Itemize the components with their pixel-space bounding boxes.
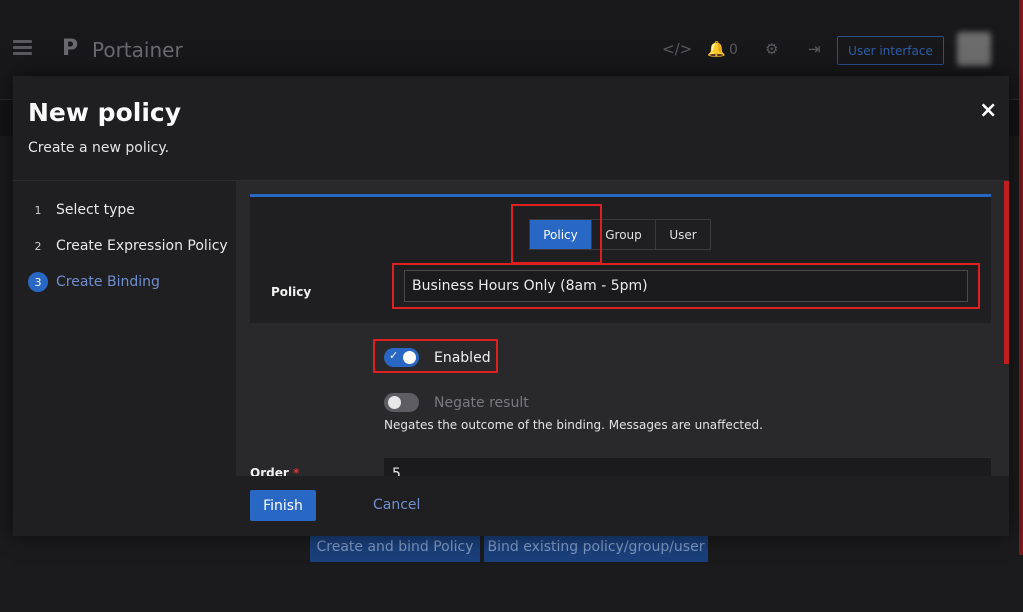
step-select-type[interactable]: 1 Select type <box>28 199 135 221</box>
negate-label: Negate result <box>434 395 529 411</box>
new-policy-modal: New policy Create a new policy. × 1 Sele… <box>13 76 1009 536</box>
step-create-binding[interactable]: 3 Create Binding <box>28 271 160 293</box>
content-scrollbar[interactable] <box>1004 181 1009 364</box>
brand-name: Portainer <box>92 38 183 62</box>
policy-select[interactable]: Business Hours Only (8am - 5pm) <box>404 270 968 302</box>
brand-logo: P <box>62 36 79 61</box>
tab-policy[interactable]: Policy <box>530 220 592 249</box>
code-icon[interactable]: </> <box>662 40 692 58</box>
binding-type-selector: Policy Group User <box>529 219 711 250</box>
step-number: 1 <box>34 203 42 217</box>
enabled-label: Enabled <box>434 350 491 366</box>
modal-subtitle: Create a new policy. <box>28 140 170 156</box>
logout-icon[interactable]: ⇥ <box>808 40 821 58</box>
gear-icon[interactable]: ⚙ <box>765 40 778 58</box>
step-number: 3 <box>28 272 48 292</box>
tab-group[interactable]: Group <box>592 220 656 249</box>
close-icon[interactable]: × <box>979 98 997 123</box>
modal-footer: Finish Cancel <box>236 476 1009 536</box>
step-label: Select type <box>56 202 135 218</box>
step-label: Create Binding <box>56 274 160 290</box>
negate-toggle[interactable] <box>384 393 419 412</box>
enabled-toggle[interactable]: ✓ <box>384 348 419 367</box>
page-scrollbar[interactable] <box>1019 0 1023 555</box>
step-content: Policy Group User Policy Business Hours … <box>236 181 1009 536</box>
hamburger-icon[interactable] <box>13 40 32 56</box>
negate-help-text: Negates the outcome of the binding. Mess… <box>384 418 763 432</box>
step-label: Create Expression Policy <box>56 238 228 254</box>
tab-user[interactable]: User <box>656 220 710 249</box>
wizard-steps: 1 Select type 2 Create Expression Policy… <box>13 181 236 536</box>
modal-title: New policy <box>28 98 182 127</box>
finish-button[interactable]: Finish <box>250 490 316 521</box>
bell-icon[interactable]: 🔔 <box>707 40 726 58</box>
policy-label: Policy <box>271 285 312 299</box>
check-icon: ✓ <box>389 349 399 362</box>
step-number: 2 <box>34 239 42 253</box>
step-create-expression-policy[interactable]: 2 Create Expression Policy <box>28 235 228 257</box>
binding-target-card: Policy Group User Policy Business Hours … <box>250 194 991 323</box>
avatar[interactable] <box>957 32 991 66</box>
user-interface-button[interactable]: User interface <box>837 36 944 65</box>
notification-count: 0 <box>729 42 738 58</box>
cancel-button[interactable]: Cancel <box>373 497 420 513</box>
modal-body: 1 Select type 2 Create Expression Policy… <box>13 180 1009 536</box>
